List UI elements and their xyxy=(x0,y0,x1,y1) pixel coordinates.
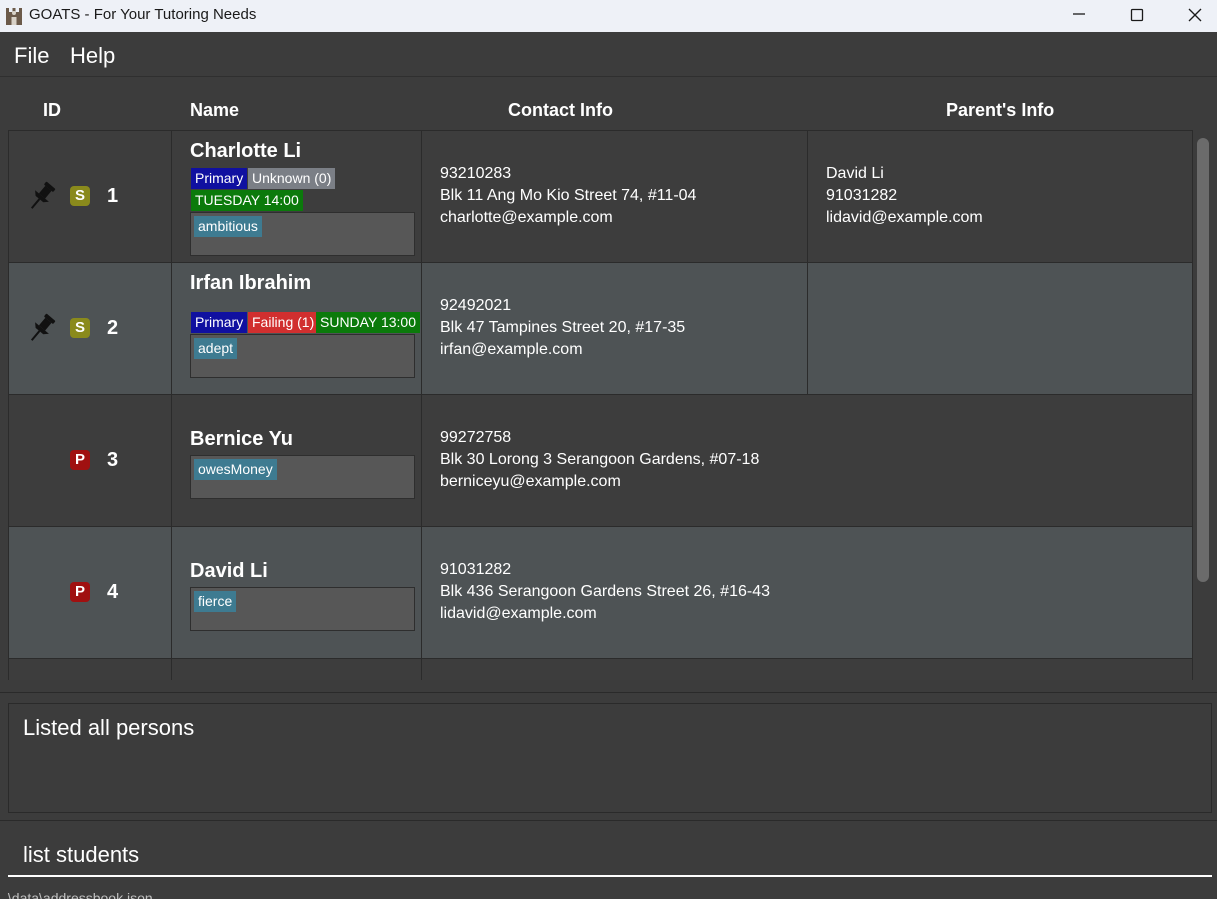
scrollbar-thumb[interactable] xyxy=(1197,138,1209,582)
grade-label: Unknown (0) xyxy=(248,168,336,189)
person-card[interactable]: S 2 Irfan Ibrahim Primary Failing (1) SU… xyxy=(8,262,1193,395)
tag: adept xyxy=(194,338,238,359)
tag: ambitious xyxy=(194,216,262,237)
id-cell: S 2 xyxy=(9,263,172,394)
person-name: Charlotte Li xyxy=(190,140,302,162)
contact-cell: 93210283 Blk 11 Ang Mo Kio Street 74, #1… xyxy=(422,131,808,262)
id-cell: P 4 xyxy=(9,527,172,658)
tag-box: owesMoney xyxy=(190,455,415,499)
result-message: Listed all persons xyxy=(23,715,195,740)
menu-help[interactable]: Help xyxy=(70,43,115,69)
goat-castle-icon xyxy=(6,8,22,25)
person-id: 2 xyxy=(107,317,119,339)
window-title-bar: GOATS - For Your Tutoring Needs xyxy=(0,0,1217,32)
name-cell: Irfan Ibrahim Primary Failing (1) SUNDAY… xyxy=(172,263,422,394)
email: berniceyu@example.com xyxy=(440,473,621,490)
phone: 92492021 xyxy=(440,297,512,314)
id-cell: S 1 xyxy=(9,131,172,262)
tag: fierce xyxy=(194,591,237,612)
level-label: Primary xyxy=(191,168,248,189)
pin-icon xyxy=(30,313,56,341)
person-card[interactable]: P 3 Bernice Yu owesMoney 99272758 Blk 30… xyxy=(8,394,1193,527)
parent-email: lidavid@example.com xyxy=(826,209,983,226)
email: charlotte@example.com xyxy=(440,209,613,226)
column-header-id: ID xyxy=(43,100,61,120)
tag-box: adept xyxy=(190,334,415,378)
parent-cell: David Li 91031282 lidavid@example.com xyxy=(808,131,1193,262)
minimize-button[interactable] xyxy=(1050,0,1108,30)
tag-box: ambitious xyxy=(190,212,415,256)
name-cell: Charlotte Li Primary Unknown (0) TUESDAY… xyxy=(172,131,422,262)
close-button[interactable] xyxy=(1166,0,1217,30)
parent-cell xyxy=(808,263,1193,394)
window-title: GOATS - For Your Tutoring Needs xyxy=(29,6,257,23)
status-bar: .\data\addressbook.json xyxy=(0,884,1217,899)
parent-name: David Li xyxy=(826,165,884,182)
column-header-name: Name xyxy=(190,100,240,120)
lesson-time-label: SUNDAY 13:00 xyxy=(316,312,420,333)
email: lidavid@example.com xyxy=(440,605,597,622)
person-id: 1 xyxy=(107,185,119,207)
pin-icon xyxy=(30,181,56,209)
maximize-icon xyxy=(1130,8,1144,22)
phone: 91031282 xyxy=(440,561,512,578)
name-cell: Bernice Yu owesMoney xyxy=(172,395,422,526)
person-card[interactable] xyxy=(8,658,1193,680)
phone: 99272758 xyxy=(440,429,512,446)
person-name: Irfan Ibrahim xyxy=(190,272,312,294)
parent-phone: 91031282 xyxy=(826,187,898,204)
tag: owesMoney xyxy=(194,459,277,480)
student-badge: S xyxy=(70,186,90,206)
phone: 93210283 xyxy=(440,165,512,182)
contact-cell: 91031282 Blk 436 Serangoon Gardens Stree… xyxy=(422,527,1193,658)
person-card[interactable]: S 1 Charlotte Li Primary Unknown (0) TUE… xyxy=(8,130,1193,263)
student-badge: S xyxy=(70,318,90,338)
person-name: David Li xyxy=(190,560,268,582)
person-list[interactable]: S 1 Charlotte Li Primary Unknown (0) TUE… xyxy=(8,130,1193,680)
address: Blk 436 Serangoon Gardens Street 26, #16… xyxy=(440,583,770,600)
person-id: 4 xyxy=(107,581,119,603)
menu-bar: File Help xyxy=(0,33,1217,77)
parent-badge: P xyxy=(70,450,90,470)
person-list-panel: ID Name Contact Info Parent's Info S 1 C… xyxy=(0,78,1217,691)
result-display: Listed all persons xyxy=(8,703,1212,813)
column-header-contact: Contact Info xyxy=(508,100,613,120)
maximize-button[interactable] xyxy=(1108,0,1166,30)
list-scrollbar[interactable] xyxy=(1193,130,1217,680)
parent-badge: P xyxy=(70,582,90,602)
tag-box: fierce xyxy=(190,587,415,631)
id-cell xyxy=(9,659,172,680)
command-input[interactable] xyxy=(8,835,1212,877)
name-cell: David Li fierce xyxy=(172,527,422,658)
contact-cell xyxy=(422,659,1193,680)
address: Blk 30 Lorong 3 Serangoon Gardens, #07-1… xyxy=(440,451,760,468)
grade-label: Failing (1) xyxy=(248,312,319,333)
column-header-parent: Parent's Info xyxy=(946,100,1055,120)
name-cell xyxy=(172,659,422,680)
id-cell: P 3 xyxy=(9,395,172,526)
address: Blk 11 Ang Mo Kio Street 74, #11-04 xyxy=(440,187,697,204)
result-display-panel: Listed all persons xyxy=(0,692,1217,818)
close-icon xyxy=(1188,8,1202,22)
status-file-path: .\data\addressbook.json xyxy=(4,890,153,899)
person-id: 3 xyxy=(107,449,119,471)
menu-file[interactable]: File xyxy=(14,43,49,69)
lesson-time-label: TUESDAY 14:00 xyxy=(191,190,303,211)
email: irfan@example.com xyxy=(440,341,583,358)
person-card[interactable]: P 4 David Li fierce 91031282 Blk 436 Ser… xyxy=(8,526,1193,659)
contact-cell: 92492021 Blk 47 Tampines Street 20, #17-… xyxy=(422,263,808,394)
contact-cell: 99272758 Blk 30 Lorong 3 Serangoon Garde… xyxy=(422,395,1193,526)
person-name: Bernice Yu xyxy=(190,428,294,450)
level-label: Primary xyxy=(191,312,248,333)
minimize-icon xyxy=(1073,13,1085,15)
command-box-panel xyxy=(0,820,1217,882)
address: Blk 47 Tampines Street 20, #17-35 xyxy=(440,319,686,336)
